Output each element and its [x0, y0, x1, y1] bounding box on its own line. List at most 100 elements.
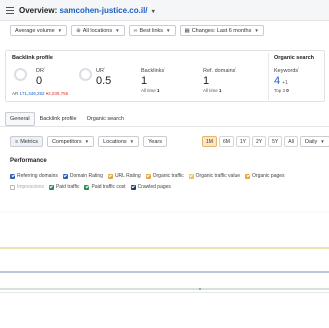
backlinks-alltime: All time 1 [141, 87, 160, 93]
backlink-profile-heading: Backlink profile [12, 55, 53, 61]
chevron-down-icon: ▼ [254, 28, 259, 33]
ar-label: AR [12, 91, 19, 96]
ref-domains-label: Ref. domainsi [203, 66, 237, 74]
changes-label: Changes: Last 6 months [191, 27, 252, 34]
organic-search-heading: Organic search [274, 55, 315, 61]
chart-baseline [0, 292, 329, 293]
legend-item[interactable]: Impressions [10, 184, 44, 190]
ur-ring [79, 68, 92, 81]
ar-line: AR 171,349,282 ▾2,039,756 [12, 91, 68, 97]
legend-item[interactable]: Domain Rating [62, 173, 103, 179]
checkbox[interactable] [245, 173, 251, 179]
checkbox[interactable] [188, 173, 194, 179]
range-1m[interactable]: 1M [202, 136, 217, 147]
ur-label: URi [96, 66, 105, 74]
ur-value: 0.5 [96, 74, 112, 87]
metrics-label: Metrics [20, 138, 38, 145]
ur-metric[interactable]: URi 0.5 [96, 66, 111, 87]
backlinks-label: Backlinksi [141, 66, 166, 74]
filter-bar: Average volume ▼ ⊕ All locations ▼ ∞ Bes… [10, 25, 264, 36]
changes-dropdown[interactable]: ▦ Changes: Last 6 months ▼ [179, 25, 264, 36]
links-dropdown[interactable]: ∞ Best links ▼ [128, 25, 176, 36]
legend-item[interactable]: Paid traffic [48, 184, 80, 190]
checkbox[interactable] [10, 184, 15, 190]
chevron-down-icon: ▼ [84, 139, 90, 144]
range-selector: 1M 6M 1Y 2Y 5Y All [202, 136, 298, 147]
locations-label: All locations [82, 27, 113, 34]
legend-item[interactable]: URL Rating [107, 173, 141, 179]
range-1y[interactable]: 1Y [235, 136, 251, 147]
ar-value[interactable]: 171,349,282 [20, 91, 45, 96]
chevron-down-icon: ▼ [166, 28, 171, 33]
legend-label: Paid traffic cost [91, 184, 126, 190]
chevron-down-icon[interactable]: ▾ [152, 8, 155, 15]
chart-locations-dropdown[interactable]: Locations ▼ [98, 136, 140, 147]
sliders-icon: ≡ [15, 138, 19, 145]
volume-label: Average volume [15, 27, 55, 34]
legend-item[interactable]: Organic pages [245, 173, 285, 179]
checkbox[interactable] [62, 173, 68, 179]
checkbox[interactable] [84, 184, 90, 190]
legend-item[interactable]: Organic traffic [145, 173, 184, 179]
keywords-label: Keywordsi [274, 66, 299, 74]
checkbox[interactable] [10, 173, 15, 179]
volume-dropdown[interactable]: Average volume ▼ [10, 25, 68, 36]
dr-ring [14, 68, 27, 81]
chart-controls: ≡ Metrics Competitors ▼ Locations ▼ Year… [10, 136, 167, 147]
metrics-button[interactable]: ≡ Metrics [10, 136, 43, 147]
tab-organic-search[interactable]: Organic search [82, 112, 129, 126]
legend-item[interactable]: Crawled pages [130, 184, 171, 190]
competitors-dropdown[interactable]: Competitors ▼ [46, 136, 95, 147]
checkbox[interactable] [145, 173, 151, 179]
checkbox[interactable] [48, 184, 54, 190]
section-tabs: General Backlink profile Organic search [5, 112, 129, 126]
domain-link[interactable]: samcohen-justice.co.il/ [59, 6, 147, 15]
legend-label: Domain Rating [69, 173, 103, 179]
backlinks-value: 1 [141, 74, 148, 87]
ar-change: ▾2,039,756 [45, 91, 69, 96]
legend-label: Impressions [17, 184, 44, 190]
legend-label: Organic traffic [152, 173, 184, 179]
checkbox[interactable] [130, 184, 136, 190]
title-prefix: Overview: [19, 5, 58, 15]
years-label: Years [148, 138, 162, 145]
ref-domains-metric[interactable]: Ref. domainsi 1 All time 1 [203, 66, 236, 93]
tab-general[interactable]: General [5, 112, 35, 126]
backlinks-metric[interactable]: Backlinksi 1 All time 1 [141, 66, 165, 93]
legend-label: URL Rating [114, 173, 141, 179]
legend-row-1: Referring domains Domain Rating URL Rating… [10, 173, 285, 179]
range-5y[interactable]: 5Y [268, 136, 283, 147]
legend-item[interactable]: Paid traffic cost [84, 184, 126, 190]
chevron-down-icon: ▼ [115, 28, 120, 33]
chart-point [198, 287, 202, 291]
tab-backlink-profile[interactable]: Backlink profile [35, 112, 82, 126]
legend-label: Organic pages [252, 173, 285, 179]
keywords-top3: Top 3 0 [274, 87, 289, 93]
chevron-down-icon: ▼ [57, 28, 63, 33]
range-6m[interactable]: 6M [218, 136, 234, 147]
legend-label: Organic traffic value [195, 173, 241, 179]
legend-item[interactable]: Organic traffic value [188, 173, 241, 179]
globe-icon: ⊕ [76, 27, 81, 34]
legend-item[interactable]: Referring domains [10, 173, 58, 179]
locations-dropdown[interactable]: ⊕ All locations ▼ [71, 25, 125, 36]
performance-heading: Performance [10, 158, 47, 164]
legend-label: Referring domains [17, 173, 58, 179]
menu-icon[interactable] [6, 6, 14, 14]
calendar-icon: ▦ [184, 27, 190, 34]
years-button[interactable]: Years [143, 136, 167, 147]
ref-domains-alltime: All time 1 [203, 87, 222, 93]
legend-label: Paid traffic [55, 184, 80, 190]
interval-label: Daily [305, 138, 318, 145]
ref-domains-value: 1 [203, 74, 210, 87]
range-2y[interactable]: 2Y [252, 136, 267, 147]
dr-metric[interactable]: DRi 0 [36, 66, 45, 87]
keywords-metric[interactable]: Keywordsi 4 +1 Top 3 0 [274, 66, 299, 93]
range-all[interactable]: All [284, 136, 298, 147]
competitors-label: Competitors [51, 138, 82, 145]
checkbox[interactable] [107, 173, 113, 179]
performance-chart[interactable] [0, 200, 329, 295]
tabs-divider [0, 126, 329, 127]
interval-dropdown[interactable]: Daily ▼ [300, 136, 329, 147]
top-bar: Overview: samcohen-justice.co.il/ ▾ [0, 0, 329, 21]
